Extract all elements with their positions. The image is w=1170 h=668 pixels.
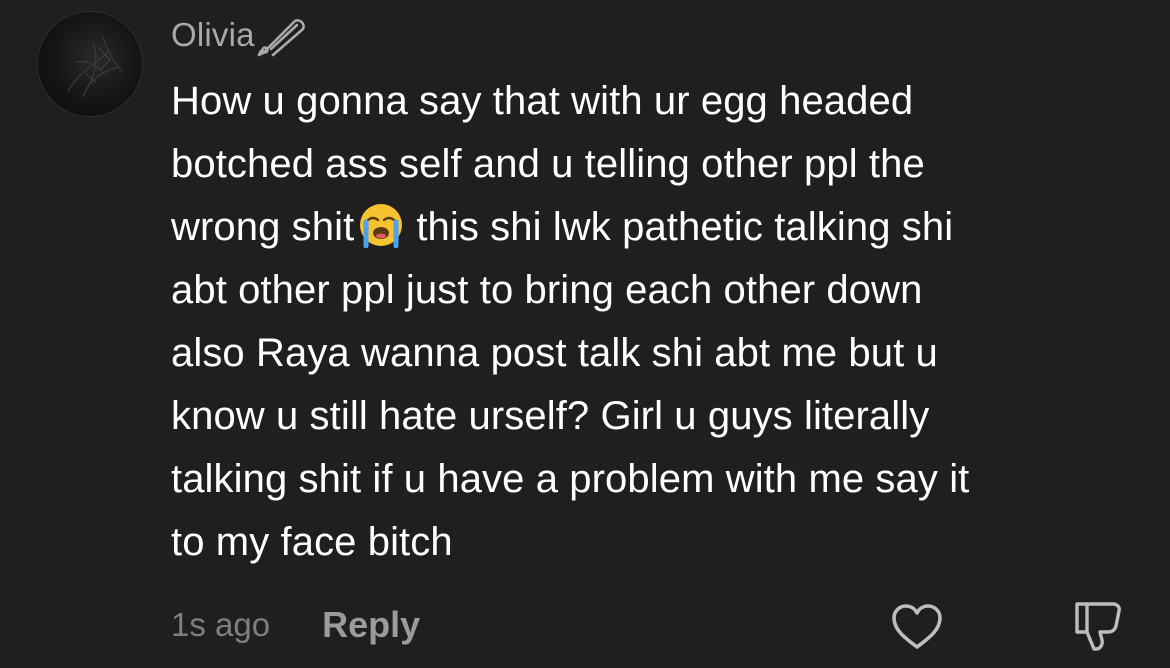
- loudly-crying-face-icon: [358, 202, 404, 249]
- like-button[interactable]: [891, 603, 943, 651]
- reply-button[interactable]: Reply: [322, 604, 420, 646]
- timestamp: 1s ago: [171, 606, 271, 643]
- heart-outline-icon: [892, 604, 942, 649]
- comment-line: How u gonna say that with ur egg headed: [171, 79, 914, 123]
- comment-line: wrong shit this shi lwk pathetic talking…: [171, 196, 1151, 259]
- comment-line: abt other ppl just to bring each other d…: [171, 268, 923, 312]
- avatar-image: [67, 36, 124, 98]
- comment-body: How u gonna say that with ur egg headed …: [171, 70, 1151, 574]
- safety-pin-icon: [257, 13, 309, 57]
- comment-line: botched ass self and u telling other ppl…: [171, 142, 925, 186]
- avatar[interactable]: [37, 11, 143, 117]
- comment-line: know u still hate urself? Girl u guys li…: [171, 394, 930, 438]
- comment-item: Olivia How u gonna say that with ur egg …: [0, 0, 1170, 668]
- dislike-button[interactable]: [1071, 600, 1125, 652]
- comment-text-segment: this shi lwk pathetic talking shi: [416, 205, 954, 249]
- thumbs-down-outline-icon: [1075, 602, 1121, 651]
- comment-text-segment: wrong shit: [171, 205, 355, 249]
- username[interactable]: Olivia: [171, 16, 255, 54]
- comment-footer: 1s ago Reply: [171, 600, 420, 650]
- username-row: Olivia: [171, 10, 309, 60]
- comment-line: talking shit if u have a problem with me…: [171, 457, 970, 501]
- comment-line: also Raya wanna post talk shi abt me but…: [171, 331, 938, 375]
- comment-line: to my face bitch: [171, 520, 453, 564]
